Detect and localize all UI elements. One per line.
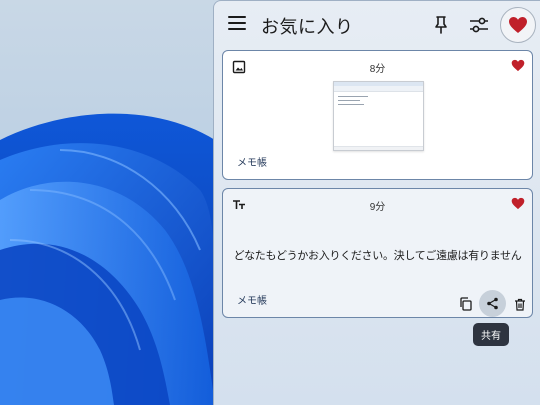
favorites-toggle-button[interactable] <box>500 7 536 43</box>
item-source: メモ帳 <box>237 296 267 307</box>
copy-icon <box>459 297 472 311</box>
clipboard-item-text[interactable]: 9分 どなたもどうかお入りください。決してご遠慮は有りません メモ帳 <box>222 188 533 318</box>
favorite-heart-icon[interactable] <box>511 197 525 210</box>
pin-icon <box>435 16 447 34</box>
item-time: 9分 <box>369 202 386 213</box>
delete-button[interactable] <box>507 291 533 317</box>
heart-icon <box>509 17 527 33</box>
panel-header: お気に入り <box>214 1 540 49</box>
hamburger-menu-icon[interactable] <box>228 16 246 32</box>
item-source: メモ帳 <box>237 158 267 169</box>
pin-button[interactable] <box>425 9 457 41</box>
favorite-heart-icon[interactable] <box>511 59 525 72</box>
panel-title: お気に入り <box>261 17 354 38</box>
trash-icon <box>515 298 525 311</box>
item-time: 8分 <box>369 64 386 75</box>
filter-button[interactable] <box>463 9 495 41</box>
filter-settings-icon <box>470 17 488 33</box>
image-thumbnail <box>333 81 424 151</box>
clipboard-item-image[interactable]: 8分 メモ帳 <box>222 50 533 180</box>
item-text-content: どなたもどうかお入りください。決してご遠慮は有りません <box>233 249 522 262</box>
share-button[interactable] <box>479 290 506 317</box>
share-icon <box>487 297 498 310</box>
copy-button[interactable] <box>452 291 478 317</box>
share-tooltip: 共有 <box>473 323 509 346</box>
